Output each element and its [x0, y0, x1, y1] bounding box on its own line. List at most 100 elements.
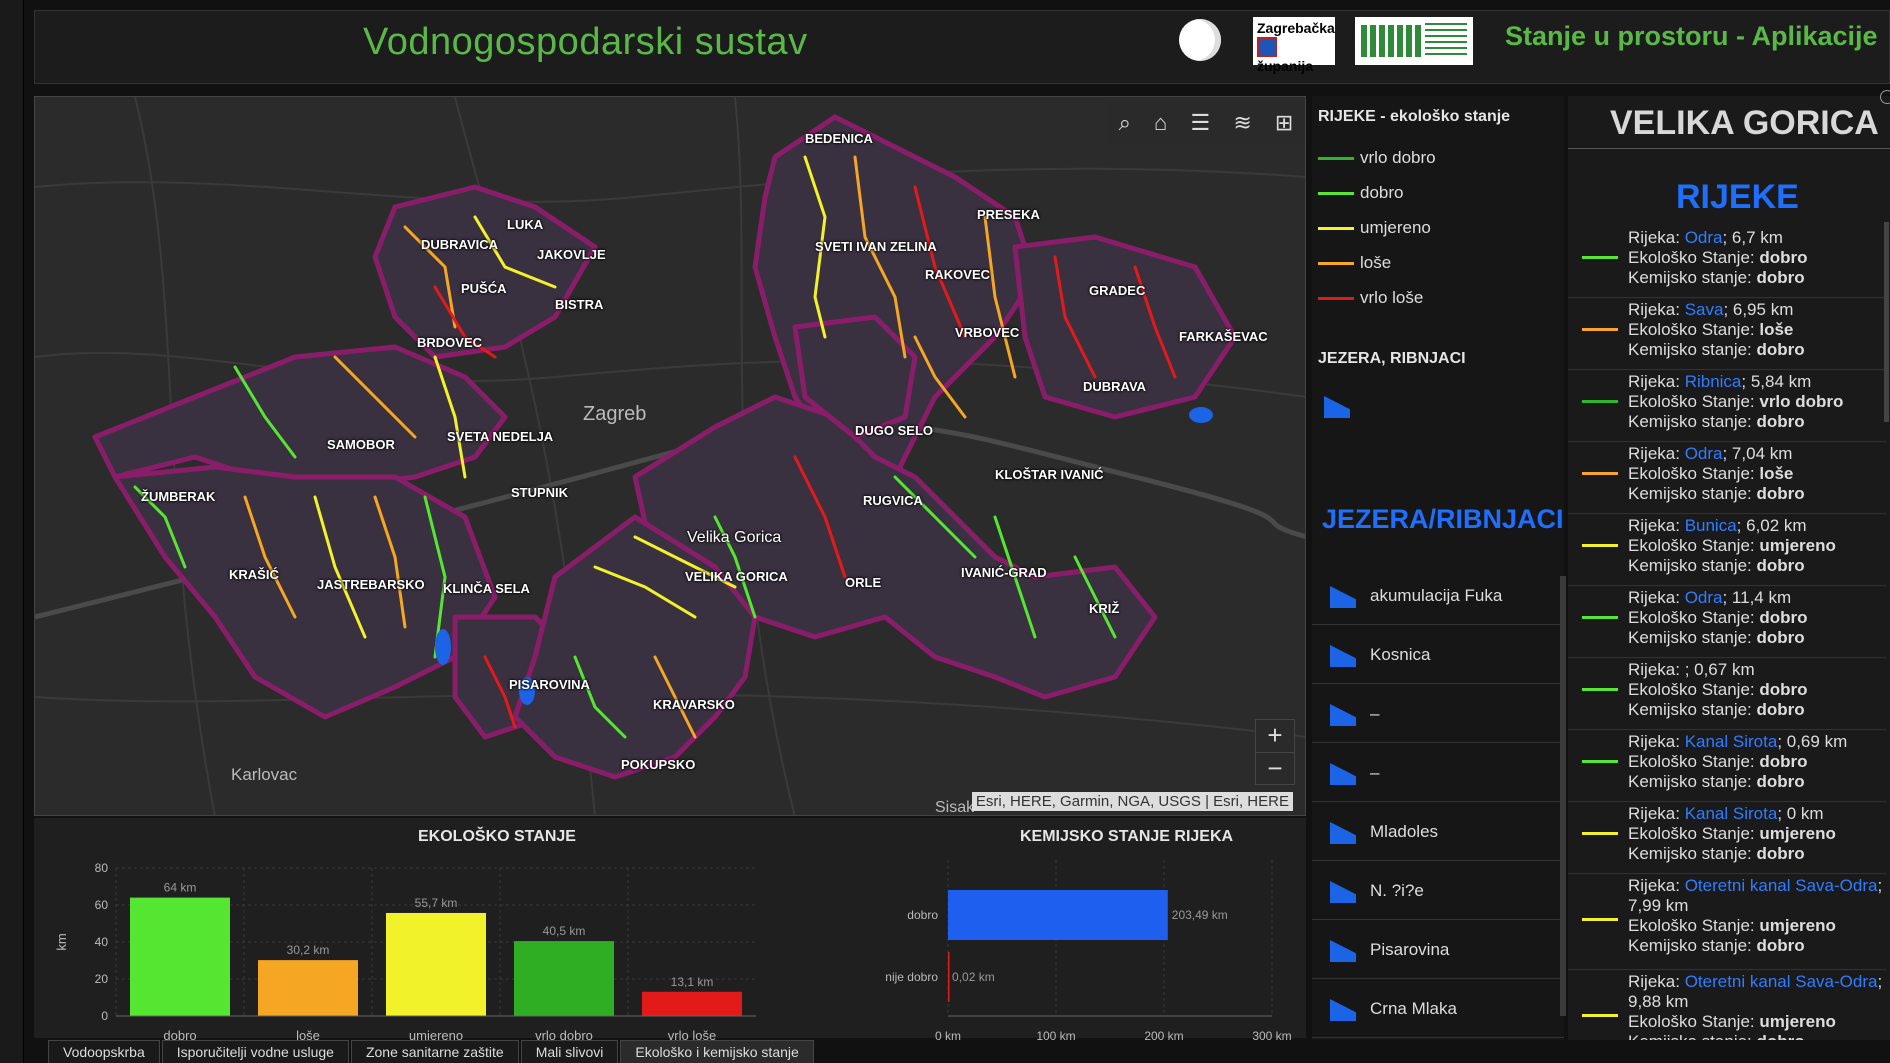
- river-card[interactable]: Rijeka: Bunica; 6,02 km Ekološko Stanje: …: [1568, 514, 1886, 586]
- river-name-line: Rijeka: Bunica; 6,02 km: [1628, 516, 1807, 535]
- eco-status-line: Ekološko Stanje: dobro: [1628, 248, 1808, 267]
- tab[interactable]: Zone sanitarne zaštite: [350, 1040, 519, 1063]
- river-card[interactable]: Rijeka: Kanal Sirota; 0,69 km Ekološko St…: [1568, 730, 1886, 802]
- tab[interactable]: Isporučitelji vodne usluge: [161, 1040, 349, 1063]
- apps-link[interactable]: Stanje u prostoru - Aplikacije: [1505, 21, 1878, 52]
- city-label-zagreb: Zagreb: [583, 403, 647, 425]
- river-card[interactable]: Rijeka: Oteretni kanal Sava-Odra; 7,99 k…: [1568, 874, 1886, 970]
- legend-line-icon: [1318, 262, 1354, 266]
- river-card[interactable]: Rijeka: Kanal Sirota; 0 km Ekološko Stanj…: [1568, 802, 1886, 874]
- river-name-line: Rijeka: Oteretni kanal Sava-Odra; 9,88 k…: [1628, 972, 1883, 1011]
- river-link[interactable]: Kanal Sirota: [1685, 804, 1778, 823]
- eco-chart-title: EKOLOŠKO STANJE: [418, 828, 576, 845]
- lake-list-item[interactable]: akumulacija Fuka: [1312, 566, 1564, 625]
- river-link[interactable]: Kanal Sirota: [1685, 732, 1778, 751]
- lakes-scrollbar[interactable]: [1560, 576, 1566, 1016]
- legend-rivers-title: RIJEKE - ekološko stanje: [1318, 108, 1511, 125]
- river-card[interactable]: Rijeka: Odra; 11,4 km Ekološko Stanje: do…: [1568, 586, 1886, 658]
- river-card[interactable]: Rijeka: Odra; 7,04 km Ekološko Stanje: lo…: [1568, 442, 1886, 514]
- legend-lakes-title: JEZERA, RIBNJACI: [1318, 350, 1466, 367]
- river-card-text: Rijeka: Kanal Sirota; 0,69 km Ekološko St…: [1628, 732, 1884, 792]
- lake-name: Mladoles: [1370, 822, 1439, 841]
- grid-icon[interactable]: ⊞: [1275, 110, 1293, 136]
- zoom-in-button[interactable]: +: [1256, 720, 1294, 752]
- river-link[interactable]: Oteretni kanal Sava-Odra: [1685, 876, 1878, 895]
- chem-status-line: Kemijsko stanje: dobro: [1628, 772, 1805, 791]
- data-label: 0,02 km: [952, 970, 995, 984]
- map-label: LUKA: [507, 217, 544, 232]
- legend-label: vrlo loše: [1360, 288, 1424, 307]
- legend-line-icon: [1318, 192, 1354, 196]
- lake-list-item[interactable]: Mladoles: [1312, 802, 1564, 861]
- river-card[interactable]: Rijeka: Odra; 6,7 km Ekološko Stanje: dob…: [1568, 226, 1886, 298]
- river-name-line: Rijeka: Oteretni kanal Sava-Odra; 7,99 k…: [1628, 876, 1883, 915]
- river-name-line: Rijeka: Ribnica; 5,84 km: [1628, 372, 1812, 391]
- map-label: BRDOVEC: [417, 335, 483, 350]
- river-card[interactable]: Rijeka: Sava; 6,95 km Ekološko Stanje: lo…: [1568, 298, 1886, 370]
- lake-list-item[interactable]: –: [1312, 684, 1564, 743]
- eco-status-line-icon: [1582, 400, 1618, 403]
- layers-icon[interactable]: ≋: [1233, 110, 1251, 136]
- river-link[interactable]: Oteretni kanal Sava-Odra: [1685, 972, 1878, 991]
- river-card[interactable]: Rijeka: ; 0,67 km Ekološko Stanje: dobro K…: [1568, 658, 1886, 730]
- lake-icon: [1330, 704, 1356, 726]
- eco-status-line: Ekološko Stanje: dobro: [1628, 752, 1808, 771]
- charts-area: EKOLOŠKO STANJE KEMIJSKO STANJE RIJEKA 0…: [34, 818, 1306, 1043]
- river-link[interactable]: Odra: [1685, 444, 1723, 463]
- river-name-line: Rijeka: Kanal Sirota; 0,69 km: [1628, 732, 1848, 751]
- bar: [258, 960, 358, 1016]
- river-link[interactable]: Odra: [1685, 588, 1723, 607]
- river-link[interactable]: Odra: [1685, 228, 1723, 247]
- river-name-line: Rijeka: Odra; 6,7 km: [1628, 228, 1783, 247]
- left-strip: [0, 0, 24, 1063]
- search-icon[interactable]: ⌕: [1119, 110, 1131, 136]
- lake-list-item[interactable]: Crna Mlaka: [1312, 979, 1564, 1038]
- river-card-text: Rijeka: Oteretni kanal Sava-Odra; 7,99 k…: [1628, 876, 1884, 956]
- lake-list-item[interactable]: –: [1312, 743, 1564, 802]
- map-label: BEDENICA: [805, 131, 873, 146]
- map-label: KLINČA SELA: [443, 581, 530, 596]
- chem-chart: 0 km 100 km 200 km 300 kmdobro 203,49 kmnije…: [885, 860, 1292, 1043]
- lake-list-item[interactable]: Pisarovina: [1312, 920, 1564, 979]
- legend-item: vrlo dobro: [1318, 148, 1436, 168]
- close-icon[interactable]: [1880, 90, 1890, 104]
- list-icon[interactable]: ☰: [1190, 110, 1210, 136]
- river-link[interactable]: Bunica: [1685, 516, 1737, 535]
- map-attribution[interactable]: Esri, HERE, Garmin, NGA, USGS | Esri, HE…: [971, 792, 1293, 811]
- map-label: VRBOVEC: [955, 325, 1020, 340]
- map-view[interactable]: ⌕ ⌂ ☰ ≋ ⊞ BEDENICA LUKA DUBRAVICA JAKOVLJE P…: [34, 96, 1306, 816]
- map-label: STUPNIK: [511, 485, 569, 500]
- legend-item: vrlo loše: [1318, 288, 1423, 308]
- theme-toggle-icon[interactable]: [1179, 19, 1221, 61]
- legend-label: umjereno: [1360, 218, 1431, 237]
- map-label: Velika Gorica: [687, 529, 782, 546]
- lake-list-item[interactable]: Kosnica: [1312, 625, 1564, 684]
- place-label-sisak: Sisak: [935, 799, 975, 816]
- lake-icon: [1330, 822, 1356, 844]
- tab[interactable]: Ekološko i kemijsko stanje: [620, 1040, 814, 1063]
- data-label: 13,1 km: [671, 975, 714, 989]
- home-icon[interactable]: ⌂: [1154, 110, 1167, 136]
- chem-chart-title: KEMIJSKO STANJE RIJEKA: [1020, 828, 1234, 845]
- legend-item: dobro: [1318, 183, 1403, 203]
- tab[interactable]: Vodoopskrba: [48, 1040, 160, 1063]
- tab[interactable]: Mali slivovi: [520, 1040, 619, 1063]
- lake-name: –: [1370, 763, 1380, 782]
- river-link[interactable]: Ribnica: [1685, 372, 1742, 391]
- eco-status-line: Ekološko Stanje: vrlo dobro: [1628, 392, 1844, 411]
- map-label: KLOŠTAR IVANIĆ: [995, 467, 1104, 482]
- map-label: DUBRAVICA: [421, 237, 499, 252]
- river-card[interactable]: Rijeka: Ribnica; 5,84 km Ekološko Stanje:…: [1568, 370, 1886, 442]
- eco-status-line-icon: [1582, 472, 1618, 475]
- zoom-out-button[interactable]: −: [1256, 752, 1294, 784]
- rivers-scrollbar[interactable]: [1884, 222, 1889, 422]
- eco-status-line: Ekološko Stanje: dobro: [1628, 608, 1808, 627]
- lake-list-item[interactable]: N. ?i?e: [1312, 861, 1564, 920]
- institute-logo[interactable]: [1355, 17, 1473, 65]
- eco-status-line-icon: [1582, 832, 1618, 835]
- river-link[interactable]: Sava: [1685, 300, 1724, 319]
- header: Vodnogospodarski sustav Zagrebačka župan…: [34, 10, 1890, 84]
- eco-status-line-icon: [1582, 688, 1618, 691]
- river-card-text: Rijeka: Odra; 6,7 km Ekološko Stanje: dob…: [1628, 228, 1884, 288]
- zagrebacka-zupanija-logo[interactable]: Zagrebačka županija: [1253, 17, 1335, 74]
